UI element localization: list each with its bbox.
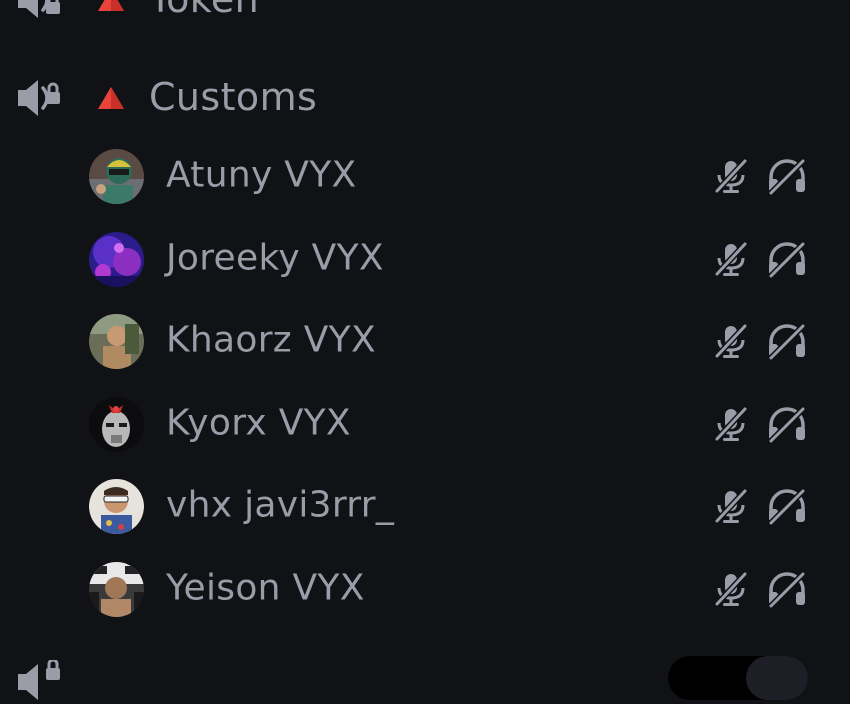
headphones-deafened-icon: [768, 488, 806, 525]
avatar[interactable]: [89, 479, 144, 534]
headphones-deafened-icon: [768, 571, 806, 608]
red-triangle-icon: [98, 0, 124, 11]
member-name: Kyorx VYX: [166, 402, 351, 444]
voice-member[interactable]: Atuny VYX: [0, 135, 850, 217]
avatar[interactable]: [89, 314, 144, 369]
mic-muted-icon: [714, 488, 748, 524]
mic-muted-icon: [714, 241, 748, 277]
toggle-knob: [746, 656, 808, 700]
member-name: Khaorz VYX: [166, 319, 376, 361]
headphones-deafened-icon: [768, 241, 806, 278]
channel-name: Token: [149, 0, 259, 21]
partial-toggle[interactable]: [668, 656, 808, 700]
mic-muted-icon: [714, 571, 748, 607]
voice-member[interactable]: Khaorz VYX: [0, 300, 850, 382]
headphones-deafened-icon: [768, 323, 806, 360]
voice-member[interactable]: Kyorx VYX: [0, 383, 850, 465]
member-name: Yeison VYX: [166, 567, 365, 609]
member-name: vhx javi3rrr_: [166, 484, 395, 526]
mic-muted-icon: [714, 158, 748, 194]
voice-member[interactable]: Yeison VYX: [0, 548, 850, 630]
voice-member[interactable]: Joreeky VYX: [0, 218, 850, 300]
red-triangle-icon: [98, 87, 124, 109]
avatar[interactable]: [89, 397, 144, 452]
mic-muted-icon: [714, 406, 748, 442]
voice-channel-locked-icon: [18, 0, 60, 18]
channel-name: Customs: [149, 75, 318, 120]
voice-channel-locked-icon: [18, 80, 60, 116]
member-name: Atuny VYX: [166, 154, 357, 196]
voice-channel-token[interactable]: Token: [0, 0, 850, 30]
avatar[interactable]: [89, 562, 144, 617]
headphones-deafened-icon: [768, 158, 806, 195]
avatar[interactable]: [89, 149, 144, 204]
member-name: Joreeky VYX: [166, 237, 384, 279]
voice-member[interactable]: vhx javi3rrr_: [0, 465, 850, 547]
headphones-deafened-icon: [768, 406, 806, 443]
voice-channel-locked-icon[interactable]: [14, 660, 62, 704]
voice-channel-customs[interactable]: Customs: [0, 68, 850, 128]
avatar[interactable]: [89, 232, 144, 287]
mic-muted-icon: [714, 323, 748, 359]
